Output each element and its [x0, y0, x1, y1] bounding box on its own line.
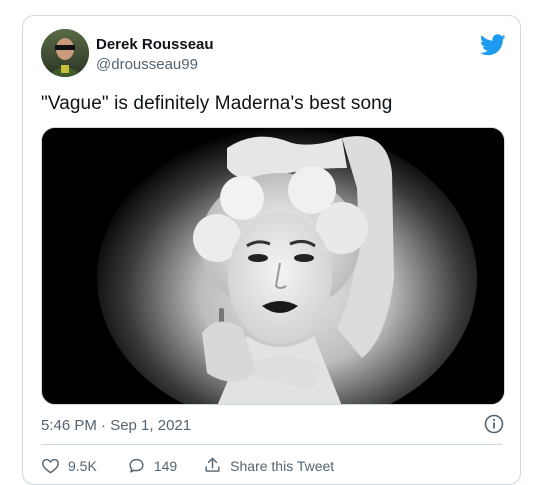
twitter-bird-icon[interactable] [480, 34, 506, 56]
like-count: 9.5K [68, 457, 97, 474]
reply-count: 149 [153, 457, 178, 474]
tweet-timestamp[interactable]: 5:46 PM · Sep 1, 2021 [41, 417, 191, 434]
tweet-card: Derek Rousseau @drousseau99 "Vague" is d… [22, 15, 521, 485]
heart-icon [42, 458, 59, 474]
share-label: Share this Tweet [230, 457, 335, 474]
author-name[interactable]: Derek Rousseau [96, 36, 214, 53]
tweet-photo[interactable] [41, 127, 505, 405]
like-button[interactable]: 9.5K [41, 456, 97, 475]
author-handle[interactable]: @drousseau99 [96, 56, 198, 73]
reply-icon [129, 458, 144, 473]
share-button[interactable]: Share this Tweet [203, 456, 334, 475]
tweet-text: "Vague" is definitely Maderna's best son… [41, 93, 393, 114]
share-icon [205, 457, 220, 472]
reply-button[interactable]: 149 [127, 456, 177, 475]
info-icon[interactable] [484, 414, 504, 434]
divider [41, 444, 502, 445]
author-avatar[interactable] [41, 29, 89, 77]
tweet-actions: 9.5K 149 Share this Tweet [41, 456, 334, 475]
